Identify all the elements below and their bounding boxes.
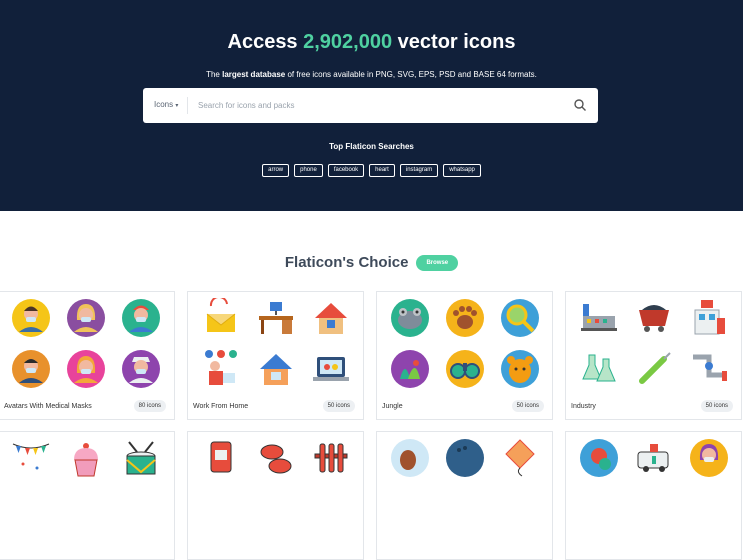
mining-cart-icon: [639, 305, 669, 332]
pack-count: 80 icons: [133, 400, 166, 412]
hero-title: Access 2,902,000 vector icons: [227, 31, 516, 53]
tag-heart[interactable]: heart: [369, 164, 395, 177]
top-searches-title: Top Flaticon Searches: [329, 142, 414, 151]
pack-count: 50 icons: [700, 400, 733, 412]
envelope-icon: [206, 298, 236, 332]
frog-icon: [391, 299, 429, 337]
top-searches-tags: arrow phone facebook heart instagram wha…: [0, 164, 743, 177]
pack-name: Industry: [571, 403, 596, 410]
drum-icon: [126, 441, 156, 475]
tag-whatsapp[interactable]: whatsapp: [443, 164, 481, 177]
icon-count: 2,902,000: [303, 31, 393, 53]
search-icon[interactable]: [573, 98, 587, 112]
bunting-icon: [12, 443, 50, 470]
choice-header: Flaticon's Choice Browse: [0, 254, 743, 271]
pipes-icon: [693, 354, 727, 381]
pack-name: Avatars With Medical Masks: [4, 403, 92, 410]
pack-card-avatars[interactable]: Avatars With Medical Masks 80 icons: [0, 291, 175, 420]
tag-instagram[interactable]: instagram: [399, 164, 439, 177]
desk-icon: [259, 302, 293, 334]
test-tubes-icon: [314, 443, 348, 473]
plant-icon: [391, 350, 429, 388]
tag-arrow[interactable]: arrow: [262, 164, 290, 177]
search-bar: Icons ▾: [143, 88, 598, 123]
avatar-icon: [67, 299, 105, 337]
pack-card-industry[interactable]: Industry 50 icons: [565, 291, 742, 420]
kite-icon: [505, 439, 535, 477]
avatar-icon: [12, 299, 50, 337]
pack-count: 50 icons: [511, 400, 544, 412]
pack-card-misc[interactable]: [376, 431, 553, 560]
factory-machine-icon: [581, 304, 617, 331]
home-icon: [260, 354, 292, 385]
avatar-icon: [12, 350, 50, 388]
pack-name: Work From Home: [193, 403, 249, 410]
flask-icon: [582, 354, 616, 382]
search-type-select[interactable]: Icons ▾: [154, 100, 178, 109]
building-icon: [694, 300, 725, 335]
hero-banner: Access 2,902,000 vector icons The larges…: [0, 0, 743, 211]
search-input[interactable]: [198, 97, 558, 114]
blood-bag-icon: [210, 441, 232, 473]
avatar-icon: [122, 350, 160, 388]
bowling-ball-icon: [446, 439, 484, 477]
browse-button[interactable]: Browse: [416, 254, 459, 271]
pack-name: Jungle: [382, 403, 403, 410]
avatar-icon: [67, 350, 105, 388]
laptop-icon: [313, 357, 349, 381]
tag-phone[interactable]: phone: [294, 164, 323, 177]
pack-card-work-from-home[interactable]: Work From Home 50 icons: [187, 291, 364, 420]
choice-title: Flaticon's Choice: [284, 254, 409, 271]
magnifier-icon: [501, 299, 539, 337]
pack-card-party[interactable]: [0, 431, 175, 560]
tiger-icon: [501, 350, 539, 388]
hero-subtitle: The largest database of free icons avail…: [206, 70, 537, 79]
screwdriver-icon: [639, 352, 671, 384]
paw-icon: [446, 299, 484, 337]
divider: [187, 97, 188, 114]
avatar-icon: [122, 299, 160, 337]
house-icon: [315, 303, 347, 334]
food-icon: [391, 439, 429, 477]
map-pin-icon: [580, 439, 618, 477]
cupcake-icon: [74, 443, 98, 477]
caret-down-icon: ▾: [175, 103, 179, 109]
video-call-icon: [205, 350, 237, 385]
pack-card-health[interactable]: [565, 431, 742, 560]
pack-card-jungle[interactable]: Jungle 50 icons: [376, 291, 553, 420]
doctor-icon: [690, 439, 728, 477]
pack-count: 50 icons: [322, 400, 355, 412]
pack-card-medical[interactable]: [187, 431, 364, 560]
tag-facebook[interactable]: facebook: [327, 164, 365, 177]
ambulance-icon: [637, 444, 669, 472]
binoculars-icon: [446, 350, 484, 388]
blood-cells-icon: [260, 444, 292, 474]
